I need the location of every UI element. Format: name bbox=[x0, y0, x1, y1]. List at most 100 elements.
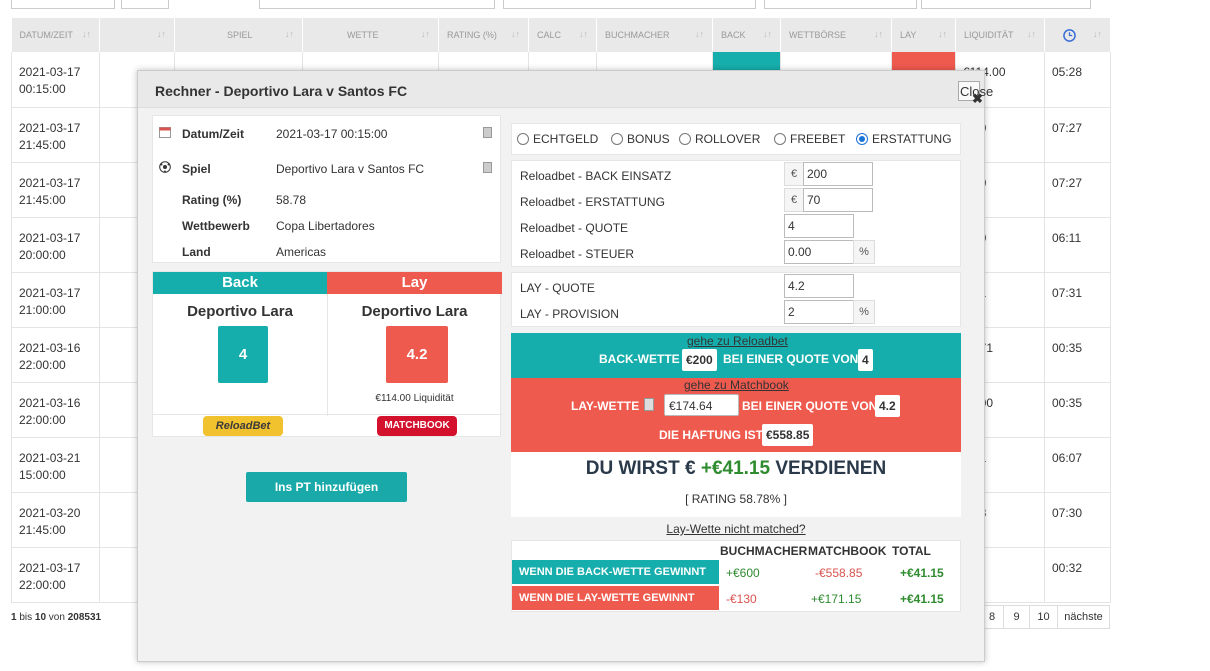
lay-header: Lay bbox=[327, 272, 502, 294]
filter-input[interactable] bbox=[11, 0, 115, 9]
close-icon: ✖ bbox=[972, 91, 983, 106]
currency-addon: € bbox=[784, 162, 804, 186]
lay-stake-value: €174.64 bbox=[664, 394, 739, 416]
lay-fields: LAY - QUOTE 4.2 LAY - PROVISION 2 % bbox=[511, 272, 961, 327]
filter-input[interactable] bbox=[121, 0, 169, 9]
field-label: Reloadbet - BACK EINSATZ bbox=[520, 169, 672, 183]
back-bet-box: gehe zu Reloadbet BACK-WETTE €200 BEI EI… bbox=[511, 333, 961, 378]
back-odds-value: 4 bbox=[858, 349, 873, 371]
results-table: BUCHMACHER MATCHBOOK TOTAL WENN DIE BACK… bbox=[511, 540, 961, 612]
reloadbet-logo[interactable]: ReloadBet bbox=[203, 416, 283, 436]
back-odds-input[interactable]: 4 bbox=[784, 214, 854, 238]
field-label: LAY - PROVISION bbox=[520, 307, 619, 321]
lay-odds-input[interactable]: 4.2 bbox=[784, 274, 854, 298]
copy-icon[interactable] bbox=[483, 127, 492, 138]
cell-date: 2021-03-17 22:00:00 bbox=[11, 547, 100, 603]
commission-input[interactable]: 2 bbox=[784, 300, 854, 324]
row-back-wins: WENN DIE BACK-WETTE GEWINNT bbox=[512, 560, 719, 584]
cell-date: 2021-03-16 22:00:00 bbox=[11, 327, 100, 383]
lay-bet-box: gehe zu Matchbook LAY-WETTE €174.64 BEI … bbox=[511, 378, 961, 452]
currency-addon: € bbox=[784, 188, 804, 212]
radio-bonus[interactable]: BONUS bbox=[611, 132, 670, 146]
col-lay[interactable]: LAY ↓↑ bbox=[891, 18, 956, 52]
filter-input[interactable] bbox=[259, 0, 495, 9]
filter-select[interactable] bbox=[503, 0, 756, 9]
profit-value: +€41.15 bbox=[700, 458, 771, 479]
cell-date: 2021-03-21 15:00:00 bbox=[11, 437, 100, 493]
matchbook-logo[interactable]: MATCHBOOK bbox=[377, 416, 457, 436]
col-buchmacher[interactable]: BUCHMACHER ↓↑ bbox=[596, 18, 713, 52]
add-to-pt-button[interactable]: Ins PT hinzufügen bbox=[246, 472, 407, 502]
filter-select[interactable] bbox=[764, 0, 917, 9]
filter-select[interactable] bbox=[921, 0, 1091, 9]
cell-time: 00:35 bbox=[1044, 382, 1111, 438]
refund-input[interactable]: 70 bbox=[803, 188, 873, 212]
calendar-icon bbox=[159, 126, 171, 138]
cell-time: 05:28 bbox=[1044, 52, 1111, 108]
pagination: 8 9 10 nächste bbox=[980, 605, 1110, 629]
page-9[interactable]: 9 bbox=[1004, 605, 1030, 629]
cell-time: 06:11 bbox=[1044, 217, 1111, 273]
cell-date: 2021-03-20 21:45:00 bbox=[11, 492, 100, 548]
lay-odd[interactable]: 4.2 bbox=[386, 326, 448, 383]
cell-time: 07:27 bbox=[1044, 162, 1111, 218]
profit-summary: DU WIRST € +€41.15 VERDIENEN [ RATING 58… bbox=[511, 452, 961, 517]
radio-erstattung[interactable]: ERSTATTUNG bbox=[856, 132, 952, 146]
back-lay-panel: Back Lay Deportivo Lara Deportivo Lara 4… bbox=[152, 271, 502, 437]
percent-addon: % bbox=[853, 240, 875, 264]
cell-time: 00:35 bbox=[1044, 327, 1111, 383]
col-calc[interactable]: CALC ↓↑ bbox=[528, 18, 597, 52]
field-label: Reloadbet - ERSTATTUNG bbox=[520, 195, 665, 209]
back-team: Deportivo Lara bbox=[187, 303, 293, 320]
col-liquiditaet[interactable]: LIQUIDITÄT ↓↑ bbox=[955, 18, 1045, 52]
radio-freebet[interactable]: FREEBET bbox=[774, 132, 845, 146]
col-datum[interactable]: DATUM/ZEIT ↓↑ bbox=[11, 18, 100, 52]
percent-addon: % bbox=[853, 300, 875, 324]
lay-not-matched-link[interactable]: Lay-Wette nicht matched? bbox=[511, 522, 961, 536]
lay-team: Deportivo Lara bbox=[361, 303, 468, 320]
page-10[interactable]: 10 bbox=[1030, 605, 1058, 629]
rating-text: [ RATING 58.78% ] bbox=[685, 492, 787, 506]
close-button[interactable]: Close ✖ bbox=[958, 81, 993, 106]
row-lay-wins: WENN DIE LAY-WETTE GEWINNT bbox=[512, 586, 719, 610]
field-label: Reloadbet - QUOTE bbox=[520, 221, 629, 235]
cell-time: 07:27 bbox=[1044, 107, 1111, 163]
field-label: Reloadbet - STEUER bbox=[520, 247, 635, 261]
field-label: LAY - QUOTE bbox=[520, 281, 595, 295]
copy-icon[interactable] bbox=[644, 398, 654, 411]
goto-matchbook-link[interactable]: gehe zu Matchbook bbox=[684, 378, 789, 392]
cell-time: 07:31 bbox=[1044, 272, 1111, 328]
cell-date: 2021-03-17 21:00:00 bbox=[11, 272, 100, 328]
col-wettboerse[interactable]: WETTBÖRSE ↓↑ bbox=[780, 18, 892, 52]
cell-time: 00:32 bbox=[1044, 547, 1111, 603]
goto-reloadbet-link[interactable]: gehe zu Reloadbet bbox=[687, 334, 788, 348]
cell-date: 2021-03-17 21:45:00 bbox=[11, 107, 100, 163]
liability-value: €558.85 bbox=[762, 424, 814, 446]
col-back[interactable]: BACK ↓↑ bbox=[712, 18, 781, 52]
col-time[interactable]: ↓↑ bbox=[1044, 18, 1111, 52]
clock-icon bbox=[1063, 28, 1076, 42]
radio-echtgeld[interactable]: ECHTGELD bbox=[517, 132, 598, 146]
calculator-modal: Rechner - Deportivo Lara v Santos FC Clo… bbox=[137, 70, 993, 662]
col-wette[interactable]: WETTE ↓↑ bbox=[302, 18, 439, 52]
cell-date: 2021-03-17 21:45:00 bbox=[11, 162, 100, 218]
col-sort[interactable]: ↓↑ bbox=[99, 18, 175, 52]
modal-header: Rechner - Deportivo Lara v Santos FC Clo… bbox=[138, 71, 993, 108]
bet-type-radios: ECHTGELD BONUS ROLLOVER FREEBET ERSTATTU… bbox=[511, 123, 961, 155]
cell-time: 06:07 bbox=[1044, 437, 1111, 493]
cell-date: 2021-03-17 00:15:00 bbox=[11, 52, 100, 108]
col-rating[interactable]: RATING (%) ↓↑ bbox=[438, 18, 529, 52]
tax-input[interactable]: 0.00 bbox=[784, 240, 854, 264]
next-page-button[interactable]: nächste bbox=[1058, 605, 1110, 629]
back-stake-input[interactable]: 200 bbox=[803, 162, 873, 186]
back-stake-value: €200 bbox=[682, 349, 717, 371]
copy-icon[interactable] bbox=[483, 162, 492, 173]
back-fields: Reloadbet - BACK EINSATZ € 200 Reloadbet… bbox=[511, 160, 961, 267]
cell-date: 2021-03-17 20:00:00 bbox=[11, 217, 100, 273]
col-spiel[interactable]: SPIEL ↓↑ bbox=[174, 18, 303, 52]
cell-date: 2021-03-16 22:00:00 bbox=[11, 382, 100, 438]
lay-odds-value: 4.2 bbox=[875, 395, 900, 417]
back-odd[interactable]: 4 bbox=[218, 326, 268, 383]
cell-time: 07:30 bbox=[1044, 492, 1111, 548]
radio-rollover[interactable]: ROLLOVER bbox=[679, 132, 760, 146]
